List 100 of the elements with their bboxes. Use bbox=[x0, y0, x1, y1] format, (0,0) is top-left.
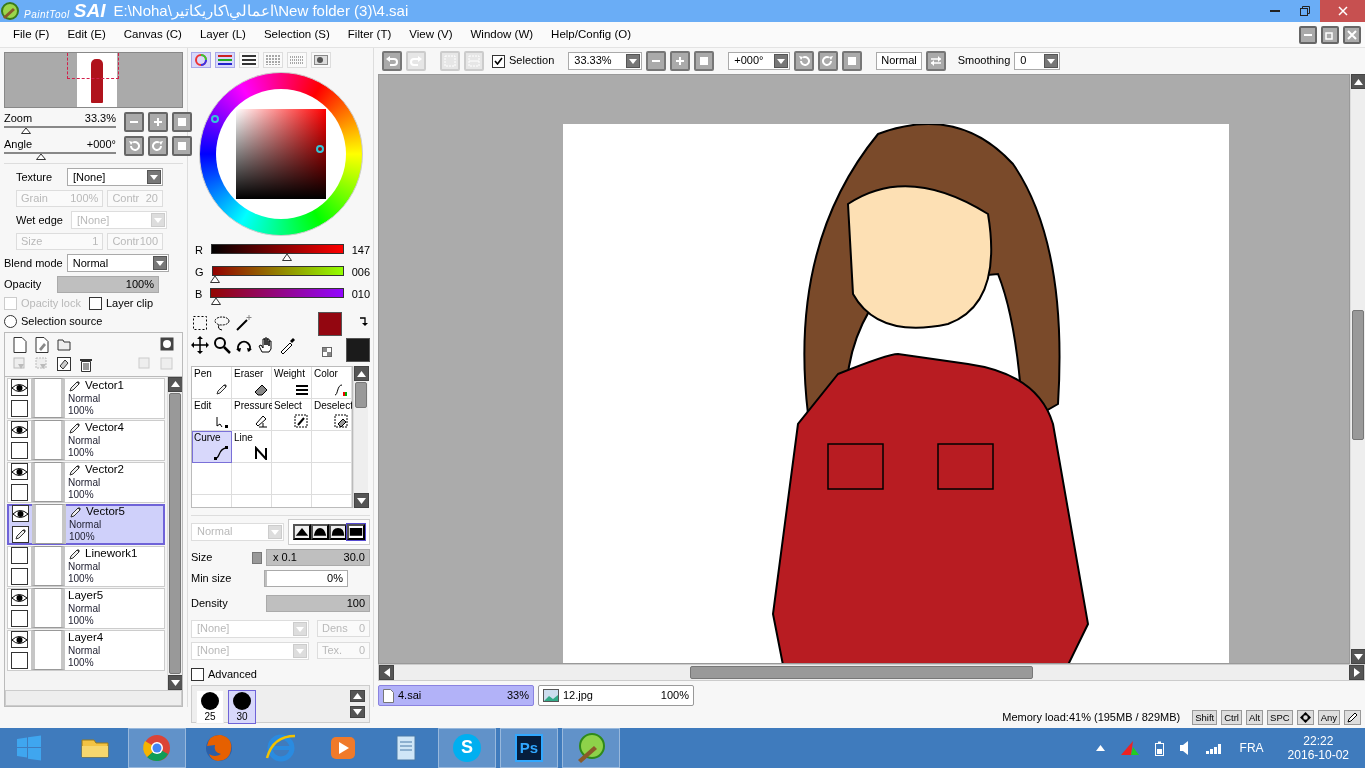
layer-blend-mode: Normal bbox=[68, 603, 102, 616]
layer-name: Linework1 bbox=[85, 547, 138, 562]
channel-label: R bbox=[195, 244, 203, 258]
brush-preset[interactable]: 25 bbox=[196, 690, 224, 725]
brush-tool[interactable]: Select bbox=[272, 399, 312, 431]
app-icon-label: Ps bbox=[519, 739, 539, 757]
layer-blend-mode: Normal bbox=[68, 645, 102, 658]
layer-row[interactable]: Vector1 Normal 100% bbox=[7, 377, 165, 419]
brush-tool[interactable]: Eraser bbox=[232, 367, 272, 399]
document-zoom: 100% bbox=[660, 688, 689, 703]
layer-blend-mode: Normal bbox=[68, 435, 102, 448]
layer-blend-mode: Normal bbox=[69, 519, 103, 532]
checkbox-label: Selection bbox=[509, 54, 555, 68]
field-label: Blend mode bbox=[4, 256, 63, 270]
key-indicator: SPC bbox=[1267, 710, 1293, 725]
menu-item[interactable]: Edit (E) bbox=[58, 27, 115, 42]
layer-name: Vector2 bbox=[85, 463, 124, 478]
layer-name: Vector1 bbox=[85, 379, 124, 394]
min-size-slider[interactable]: 0% bbox=[264, 570, 348, 587]
menu-item[interactable]: Canvas (C) bbox=[114, 27, 191, 42]
layer-row[interactable]: Linework1 Normal 100% bbox=[7, 545, 165, 587]
brush-tool[interactable]: Pen bbox=[192, 367, 232, 399]
brush-tool[interactable]: Color bbox=[312, 367, 352, 399]
angle-dropdown[interactable]: +000° bbox=[728, 52, 791, 70]
app-icon-label: S bbox=[461, 737, 473, 759]
layer-opacity: 100% bbox=[68, 657, 95, 670]
language-indicator[interactable]: FRA bbox=[1239, 740, 1264, 756]
clock-time[interactable]: 22:22 bbox=[1303, 733, 1334, 748]
menu-item[interactable]: Filter (T) bbox=[338, 27, 401, 42]
layer-row[interactable]: Vector2 Normal 100% bbox=[7, 461, 165, 503]
brush-tool[interactable]: Curve bbox=[192, 431, 232, 463]
layer-blend-mode: Normal bbox=[68, 393, 102, 406]
radio-label: Selection source bbox=[21, 314, 103, 328]
channel-value: 006 bbox=[351, 266, 370, 280]
document-tab[interactable]: 12.jpg 100% bbox=[538, 685, 694, 706]
brush-tool[interactable]: Deselect bbox=[312, 399, 352, 431]
layer-row[interactable]: Layer4 Normal 100% bbox=[7, 629, 165, 671]
layer-opacity: 100% bbox=[69, 531, 96, 544]
document-name: 12.jpg bbox=[563, 688, 593, 703]
menu-item[interactable]: Selection (S) bbox=[254, 27, 339, 42]
channel-value: 147 bbox=[351, 244, 370, 258]
zoom-dropdown[interactable]: 33.33% bbox=[568, 52, 643, 70]
field-label: Texture bbox=[16, 170, 53, 184]
toolbar-label: Smoothing bbox=[957, 54, 1011, 68]
size-multiplier: x 0.1 bbox=[273, 551, 297, 565]
slider-value: 0% bbox=[327, 572, 343, 586]
brush-tool[interactable]: Edit bbox=[192, 399, 232, 431]
key-indicator: Ctrl bbox=[1221, 710, 1242, 725]
layer-row[interactable]: Vector5 Normal 100% bbox=[7, 503, 165, 545]
layer-blend-mode: Normal bbox=[68, 561, 102, 574]
field-label: Size bbox=[191, 550, 213, 565]
taskbar-app[interactable]: Ps bbox=[500, 728, 558, 768]
key-indicator: Any bbox=[1317, 710, 1340, 725]
layer-opacity: 100% bbox=[68, 573, 95, 586]
menu-item[interactable]: Help/Config (O) bbox=[542, 27, 640, 42]
layer-name: Layer5 bbox=[68, 589, 104, 604]
layer-opacity: 100% bbox=[68, 405, 95, 418]
layer-blend-mode: Normal bbox=[68, 477, 102, 490]
opacity-slider[interactable]: 100% bbox=[57, 276, 159, 294]
brush-size-label: 25 bbox=[204, 711, 216, 724]
memory-status: Memory load:41% (195MB / 829MB) bbox=[1002, 710, 1181, 725]
document-name: 4.sai bbox=[398, 688, 422, 703]
blend-mode-field[interactable]: Normal bbox=[876, 52, 922, 70]
field-label: Wet edge bbox=[16, 213, 63, 227]
texture-dropdown[interactable]: [None] bbox=[67, 168, 163, 187]
density-slider[interactable]: 100 bbox=[266, 595, 370, 612]
field-label: Min size bbox=[191, 571, 232, 586]
blend-mode-dropdown[interactable]: Normal bbox=[66, 254, 169, 273]
slider-value: 100 bbox=[346, 597, 365, 611]
size-slider[interactable]: x 0.1 30.0 bbox=[266, 549, 370, 566]
brush-preset[interactable]: 30 bbox=[228, 690, 256, 725]
field-label: Opacity bbox=[4, 278, 42, 292]
layer-opacity: 100% bbox=[68, 615, 95, 628]
channel-value: 010 bbox=[351, 288, 370, 302]
brush-tool[interactable]: Line bbox=[232, 431, 272, 463]
menu-item[interactable]: File (F) bbox=[4, 27, 59, 42]
layer-row[interactable]: Vector4 Normal 100% bbox=[7, 419, 165, 461]
brush-size-label: 30 bbox=[236, 711, 248, 724]
layer-row[interactable]: Layer5 Normal 100% bbox=[7, 587, 165, 629]
layer-name: Layer4 bbox=[68, 631, 104, 646]
menu-item[interactable]: View (V) bbox=[400, 27, 462, 42]
app-logo-text: SAI bbox=[73, 1, 106, 21]
app-logo-text: PaintTool bbox=[24, 9, 70, 21]
menu-item[interactable]: Layer (L) bbox=[190, 27, 255, 42]
layer-name: Vector5 bbox=[86, 505, 125, 520]
document-zoom: 33% bbox=[506, 688, 529, 703]
checkbox-label: Opacity lock bbox=[21, 297, 81, 311]
document-tab[interactable]: 4.sai 33% bbox=[378, 685, 534, 706]
clock-date[interactable]: 2016-10-02 bbox=[1287, 748, 1349, 763]
layer-opacity: 100% bbox=[68, 489, 95, 502]
channel-label: B bbox=[195, 288, 203, 302]
brush-tool[interactable]: Weight bbox=[272, 367, 312, 399]
slider-label: Zoom bbox=[4, 112, 33, 126]
menu-item[interactable]: Window (W) bbox=[461, 27, 543, 42]
checkbox-label: Layer clip bbox=[105, 297, 153, 311]
layer-opacity: 100% bbox=[68, 447, 95, 460]
layer-name: Vector4 bbox=[85, 421, 124, 436]
slider-value: 33.3% bbox=[84, 112, 116, 126]
smoothing-dropdown[interactable]: 0 bbox=[1014, 52, 1061, 70]
window-title: E:\Noha\اعمالي\كاريكاتير\New folder (3)\4.sai bbox=[113, 2, 409, 20]
